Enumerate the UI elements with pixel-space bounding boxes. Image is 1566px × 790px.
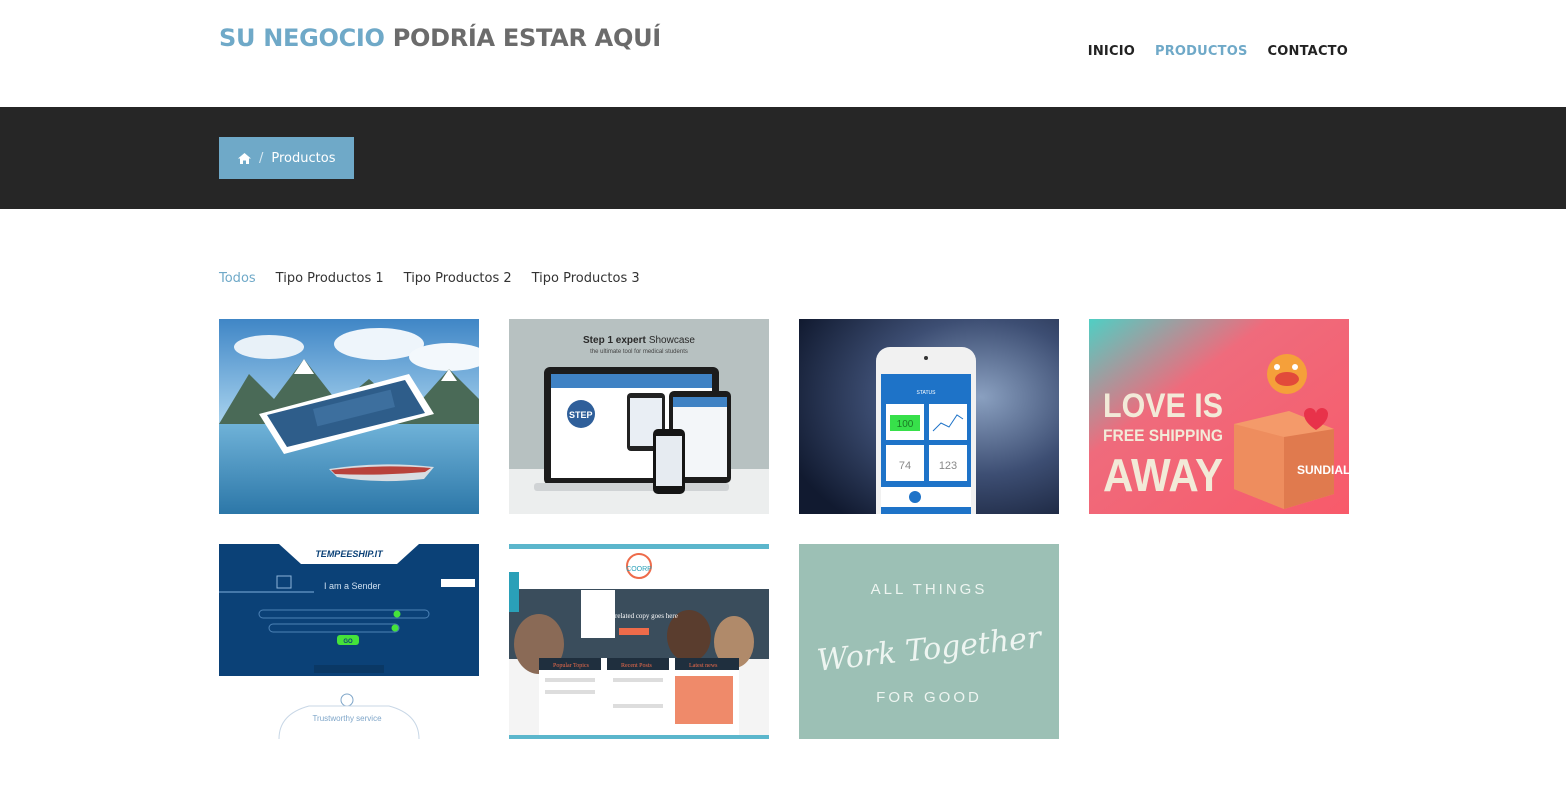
showcase-brand: STEP 1 — [569, 410, 600, 420]
nav-contacto[interactable]: CONTACTO — [1268, 44, 1348, 59]
showcase-heading-strong: Step 1 expert — [583, 335, 646, 346]
coorp-brand: COORP — [626, 566, 652, 573]
coorp-hero-text: image related copy goes here — [596, 612, 678, 620]
phone-tile-1: 100 — [897, 419, 914, 430]
shipping-brand: TEMPEESHIP.IT — [315, 549, 384, 559]
logo-accent-text: SU NEGOCIO — [219, 24, 385, 52]
svg-text:Step 1 expertShowcase: Step 1 expert Showcase — [583, 335, 695, 346]
portfolio-item-tempeeship[interactable]: TEMPEESHIP.IT I am a Sender GO Trustwort… — [219, 544, 479, 739]
filter-tipo-2[interactable]: Tipo Productos 2 — [404, 271, 512, 286]
phone-tile-3: 123 — [939, 460, 957, 472]
lettering-bottom: FOR GOOD — [876, 689, 982, 706]
portfolio-filters: Todos Tipo Productos 1 Tipo Productos 2 … — [219, 271, 640, 286]
phone-screen-title: STATUS — [917, 390, 937, 396]
coorp-section-1: Popular Topics — [553, 663, 590, 669]
portfolio-item-landscape[interactable] — [219, 319, 479, 514]
breadcrumb-separator: / — [259, 150, 264, 166]
filter-todos[interactable]: Todos — [219, 271, 256, 286]
breadcrumb-current: Productos — [271, 150, 336, 166]
logo-rest-text: PODRÍA ESTAR AQUÍ — [392, 24, 661, 52]
coorp-site-image: COORP image related copy goes here Popul… — [509, 544, 769, 739]
phone-tile-2: 74 — [899, 460, 911, 472]
coorp-section-3: Latest news — [689, 663, 718, 669]
site-header: SU NEGOCIO PODRÍA ESTAR AQUÍ INICIO PROD… — [0, 0, 1566, 107]
filter-tipo-1[interactable]: Tipo Productos 1 — [276, 271, 384, 286]
portfolio-item-coorp[interactable]: COORP image related copy goes here Popul… — [509, 544, 769, 739]
shipping-site-image: TEMPEESHIP.IT I am a Sender GO Trustwort… — [219, 544, 479, 739]
landscape-image — [219, 319, 479, 514]
love-line-3: AWAY — [1103, 449, 1223, 501]
shipping-headline: I am a Sender — [324, 581, 381, 591]
phone-app-image: STATUS 100 74 123 — [799, 319, 1059, 514]
portfolio-item-phone[interactable]: STATUS 100 74 123 — [799, 319, 1059, 514]
love-poster-image: LOVE IS FREE SHIPPING AWAY SUNDIAL — [1089, 319, 1349, 514]
breadcrumb: / Productos — [219, 137, 355, 179]
home-icon[interactable] — [238, 152, 251, 164]
portfolio-item-lettering[interactable]: ALL THINGS Work Together FOR GOOD — [799, 544, 1059, 739]
portfolio-item-love[interactable]: LOVE IS FREE SHIPPING AWAY SUNDIAL — [1089, 319, 1349, 514]
showcase-heading-rest: Showcase — [649, 335, 696, 346]
site-logo[interactable]: SU NEGOCIO PODRÍA ESTAR AQUÍ — [219, 24, 661, 52]
portfolio-item-step1[interactable]: Step 1 expert Showcase the ultimate tool … — [509, 319, 769, 514]
lettering-top: ALL THINGS — [871, 581, 988, 598]
page-banner: / Productos — [0, 107, 1566, 209]
nav-productos[interactable]: PRODUCTOS — [1155, 44, 1248, 59]
love-brand: SUNDIAL — [1297, 463, 1349, 477]
devices-showcase-image: Step 1 expert Showcase the ultimate tool … — [509, 319, 769, 514]
shipping-service-text: Trustworthy service — [312, 714, 382, 723]
shipping-go-button: GO — [343, 639, 353, 645]
lettering-image: ALL THINGS Work Together FOR GOOD — [799, 544, 1059, 739]
love-line-1: LOVE IS — [1103, 387, 1223, 425]
love-line-2: FREE SHIPPING — [1103, 426, 1223, 445]
main-nav: INICIO PRODUCTOS CONTACTO — [1088, 44, 1348, 59]
showcase-subheading: the ultimate tool for medical students — [590, 349, 688, 355]
filter-tipo-3[interactable]: Tipo Productos 3 — [532, 271, 640, 286]
nav-inicio[interactable]: INICIO — [1088, 44, 1135, 59]
coorp-section-2: Recent Posts — [621, 663, 652, 669]
